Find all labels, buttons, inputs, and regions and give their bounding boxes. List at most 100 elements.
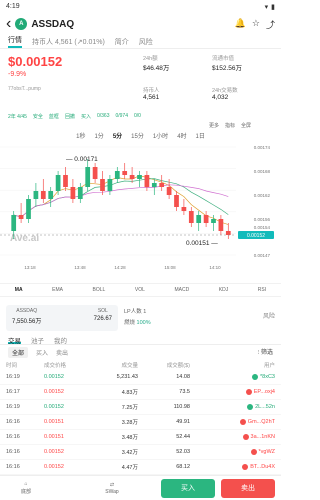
tool-fullscreen[interactable]: 全屏 bbox=[241, 122, 251, 129]
candle-body bbox=[48, 191, 54, 199]
swap-icon: ⇄ bbox=[109, 481, 115, 488]
table-row[interactable]: 16:16 0.00151 3.28万 49.91 Gm...Q2hT bbox=[0, 415, 281, 430]
table-row[interactable]: 16:19 0.00152 5,231.43 14.08 *8xC3 bbox=[0, 370, 281, 385]
x-tick-label: 14:10 bbox=[209, 265, 221, 270]
table-row[interactable]: 16:16 0.00152 4.47万 68.12 BT...Du4X bbox=[0, 460, 281, 475]
interval-1m[interactable]: 1分 bbox=[94, 131, 103, 140]
interval-1s[interactable]: 1秒 bbox=[76, 131, 85, 140]
back-icon[interactable]: ‹ bbox=[6, 15, 11, 33]
trade-time: 16:19 bbox=[6, 374, 20, 380]
indicator-kdj[interactable]: KDJ bbox=[219, 287, 228, 293]
maker-avatar bbox=[239, 419, 246, 425]
indicator-boll[interactable]: BOLL bbox=[93, 287, 106, 293]
interval-1d[interactable]: 1日 bbox=[196, 131, 205, 140]
indicator-rsi[interactable]: RSI bbox=[258, 287, 266, 293]
trades-header: 时间 成交价格 成交量 成交额($) 用户 bbox=[6, 362, 275, 369]
trade-value: 68.12 bbox=[176, 464, 190, 470]
nav-home[interactable]: ⌂ 底部 bbox=[6, 481, 46, 495]
stats-grid: 24h额 $46.48万 流通市值 $152.56万 持币人 4,561 24h交易数… bbox=[143, 56, 242, 101]
header: ‹ A ASSDAQ 🔔 ☆ ⤴ bbox=[0, 13, 281, 35]
high-annotation: — 0.00171 bbox=[66, 156, 98, 163]
tab-mine[interactable]: 我的 bbox=[54, 335, 67, 345]
candle-body bbox=[55, 175, 61, 191]
battery-icon: ▮ bbox=[271, 3, 275, 11]
candle-body bbox=[85, 167, 91, 187]
tab-holders[interactable]: 持币人 4,561 (↗0.01%) bbox=[32, 37, 105, 47]
subtab-all[interactable]: 全部 bbox=[8, 346, 29, 358]
sell-button[interactable]: 卖出 bbox=[221, 478, 275, 498]
subtab-sell[interactable]: 卖出 bbox=[56, 348, 68, 357]
trade-maker[interactable]: Gm...Q2hT bbox=[248, 419, 275, 425]
token-title: ASSDAQ bbox=[31, 18, 75, 30]
badge: 安全 bbox=[32, 113, 43, 120]
trade-maker[interactable]: BT...Du4X bbox=[250, 464, 275, 470]
table-row[interactable]: 16:16 0.00152 3.42万 52.03 *vgWZ bbox=[0, 445, 281, 460]
interval-1h[interactable]: 1小时 bbox=[153, 131, 168, 140]
candle-body bbox=[100, 179, 105, 191]
badge: 蓝框 bbox=[48, 113, 59, 120]
interval-5m[interactable]: 5分 bbox=[113, 131, 122, 140]
filter-button[interactable]: ⫶ 筛选 bbox=[258, 347, 273, 357]
maker-avatar bbox=[242, 464, 249, 470]
share-icon[interactable]: ⤴ bbox=[266, 18, 275, 31]
ma-line bbox=[13, 178, 229, 218]
nav-swap[interactable]: ⇄ SWap bbox=[92, 482, 132, 495]
price-chart[interactable]: Ave.ai — 0.00171 0.00151 — 0.00152 0.00174 0.… bbox=[0, 143, 281, 273]
maker-avatar bbox=[252, 374, 259, 380]
tab-intro[interactable]: 简介 bbox=[115, 37, 129, 47]
risk-label[interactable]: 风险 bbox=[215, 305, 275, 331]
indicator-vol[interactable]: VOL bbox=[135, 287, 145, 293]
interval-15m[interactable]: 15分 bbox=[131, 131, 144, 140]
candle-body bbox=[77, 187, 83, 199]
tab-risk[interactable]: 风险 bbox=[139, 37, 153, 47]
tab-market[interactable]: 行情 bbox=[8, 35, 22, 48]
candle-body bbox=[181, 207, 187, 211]
tab-trades[interactable]: 交易 bbox=[8, 335, 21, 345]
filter-icon: ⫶ bbox=[257, 350, 260, 356]
tool-more[interactable]: 更多 bbox=[209, 122, 219, 129]
candle-body bbox=[129, 175, 135, 179]
x-tick-label: 15:08 bbox=[164, 265, 176, 270]
subtab-buy[interactable]: 买入 bbox=[36, 348, 48, 357]
indicator-ma[interactable]: MA bbox=[15, 287, 23, 293]
pool-info: ASSDAQ 7,550.56万 SOL 726.67 LP人数 1 燃烧 10… bbox=[6, 305, 275, 331]
lp-info: LP人数 1 燃烧 100% bbox=[124, 309, 151, 326]
trade-qty: 3.28万 bbox=[121, 420, 138, 426]
price-change: -9.9% bbox=[8, 71, 27, 78]
x-tick-label: 14:28 bbox=[114, 265, 126, 270]
trade-qty: 3.48万 bbox=[121, 435, 138, 441]
y-tick-label: 0.00174 bbox=[254, 145, 271, 150]
indicator-ema[interactable]: EMA bbox=[52, 287, 63, 293]
indicator-macd[interactable]: MACD bbox=[174, 287, 189, 293]
tab-pool[interactable]: 池子 bbox=[31, 335, 44, 345]
interval-4h[interactable]: 4时 bbox=[177, 131, 186, 140]
buy-button[interactable]: 买入 bbox=[161, 478, 215, 498]
table-row[interactable]: 16:17 0.00152 4.83万 73.5 EP...oxj4 bbox=[0, 385, 281, 400]
y-tick-label: 0.00162 bbox=[254, 193, 271, 198]
table-row[interactable]: 16:16 0.00151 3.48万 52.44 3a...1nKN bbox=[0, 430, 281, 445]
trade-price: 0.00152 bbox=[44, 449, 64, 455]
star-icon[interactable]: ☆ bbox=[252, 18, 260, 31]
main-tabs: 行情 持币人 4,561 (↗0.01%) 简介 风险 bbox=[0, 35, 281, 49]
bell-icon[interactable]: 🔔 bbox=[235, 18, 246, 31]
trade-maker[interactable]: *8xC3 bbox=[260, 374, 275, 380]
maker-avatar bbox=[247, 404, 254, 410]
tool-indicator[interactable]: 指标 bbox=[225, 122, 235, 129]
contract-address[interactable]: 77obsT...pump bbox=[8, 86, 143, 92]
candle-body bbox=[33, 191, 39, 199]
trade-price: 0.00151 bbox=[44, 419, 64, 425]
maker-avatar bbox=[245, 389, 252, 395]
trade-tabs: 交易 池子 我的 bbox=[0, 331, 281, 345]
trade-value: 14.08 bbox=[176, 374, 190, 380]
trade-maker[interactable]: *vgWZ bbox=[259, 449, 276, 455]
table-row[interactable]: 16:19 0.00152 7.25万 110.98 2L...52n bbox=[0, 400, 281, 415]
trade-time: 16:16 bbox=[6, 419, 20, 425]
trade-time: 16:19 bbox=[6, 404, 20, 410]
trade-maker[interactable]: 3a...1nKN bbox=[251, 434, 275, 440]
trade-maker[interactable]: 2L...52n bbox=[255, 404, 275, 410]
chart-svg: Ave.ai — 0.00171 0.00151 — 0.00152 0.00174 0.… bbox=[0, 145, 274, 270]
candle-body bbox=[166, 187, 172, 195]
trade-time: 16:17 bbox=[6, 389, 20, 395]
price-value: $0.00152 bbox=[8, 54, 63, 69]
trade-maker[interactable]: EP...oxj4 bbox=[254, 389, 275, 395]
